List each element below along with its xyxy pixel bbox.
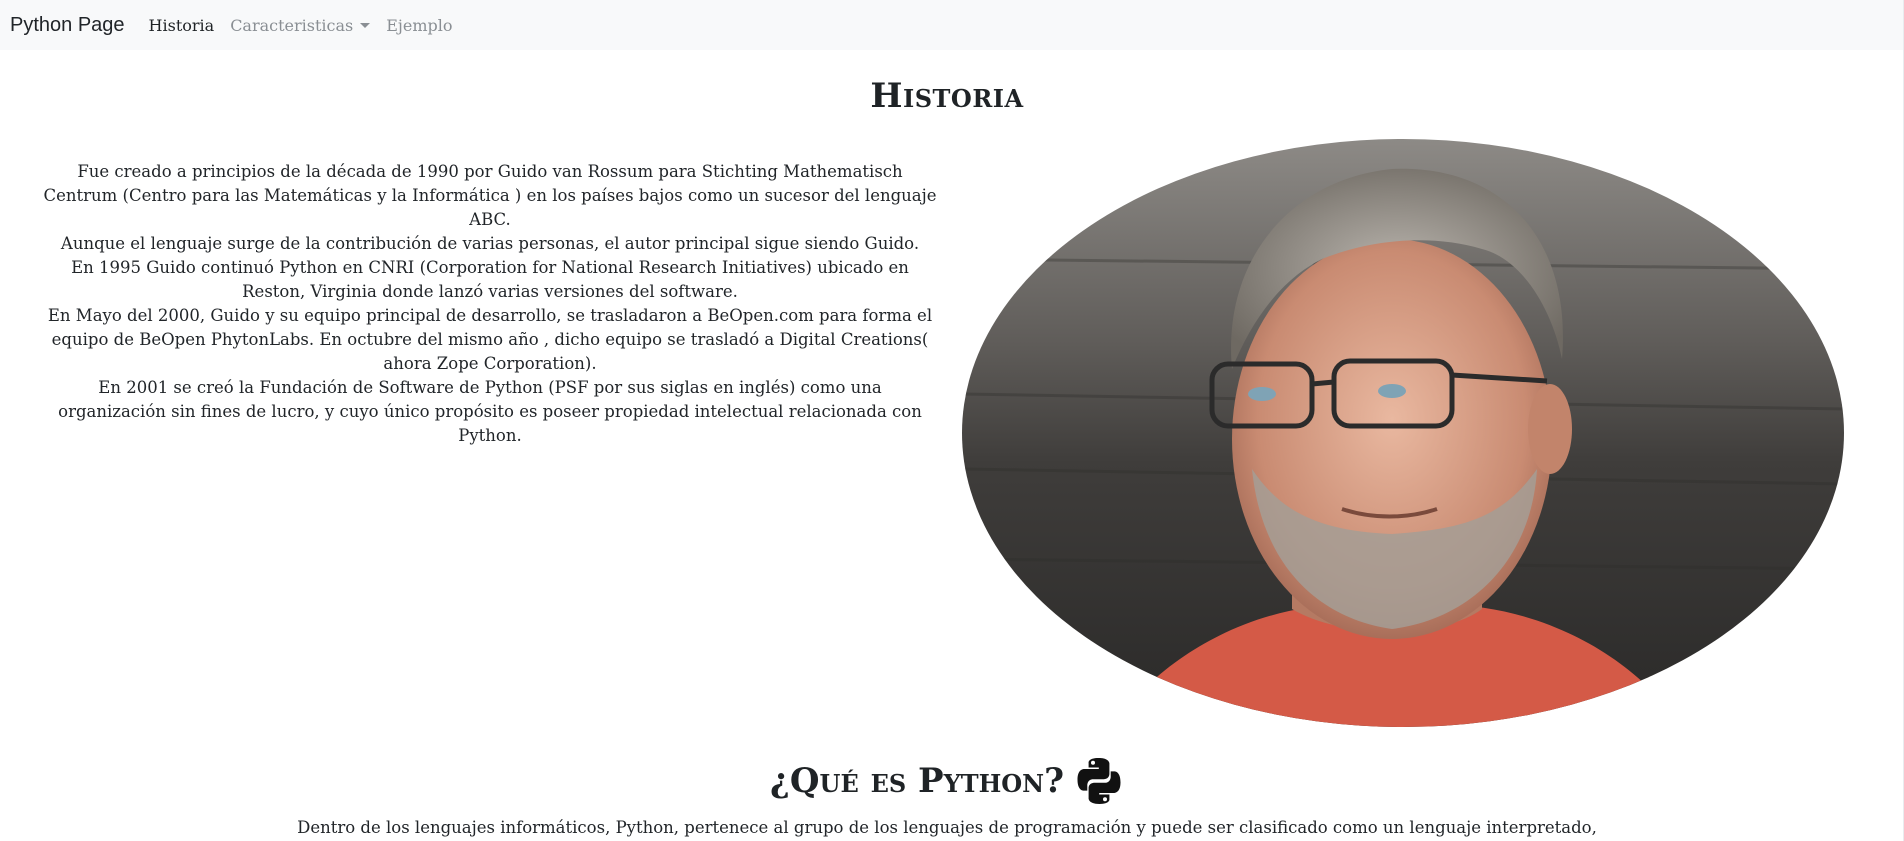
- que-es-python-heading-row: ¿Qué es Python?: [0, 755, 1894, 807]
- top-navbar: Python Page Historia Caracteristicas Eje…: [0, 0, 1904, 50]
- chevron-down-icon: [360, 22, 371, 28]
- que-es-python-intro: Dentro de los lenguajes informáticos, Py…: [297, 818, 1597, 837]
- python-logo-icon: [1074, 756, 1124, 806]
- historia-paragraph-2: Aunque el lenguaje surge de la contribuc…: [60, 234, 920, 253]
- historia-paragraph-3: En 1995 Guido continuó Python en CNRI (C…: [71, 258, 909, 301]
- nav-link-ejemplo[interactable]: Ejemplo: [386, 16, 452, 35]
- nav-link-caracteristicas-label: Caracteristicas: [230, 15, 354, 35]
- historia-paragraph-5: En 2001 se creó la Fundación de Software…: [58, 378, 922, 445]
- que-es-python-heading: ¿Qué es Python?: [769, 761, 1065, 801]
- historia-paragraph-4: En Mayo del 2000, Guido y su equipo prin…: [47, 306, 933, 373]
- nav-link-caracteristicas-dropdown[interactable]: Caracteristicas: [230, 15, 371, 35]
- nav-link-historia[interactable]: Historia: [149, 16, 215, 35]
- historia-text-block: Fue creado a principios de la década de …: [42, 160, 938, 448]
- historia-heading: Historia: [870, 76, 1024, 116]
- navbar-brand[interactable]: Python Page: [10, 14, 125, 37]
- guido-portrait-image: [962, 139, 1844, 727]
- historia-paragraph-1: Fue creado a principios de la década de …: [43, 162, 937, 229]
